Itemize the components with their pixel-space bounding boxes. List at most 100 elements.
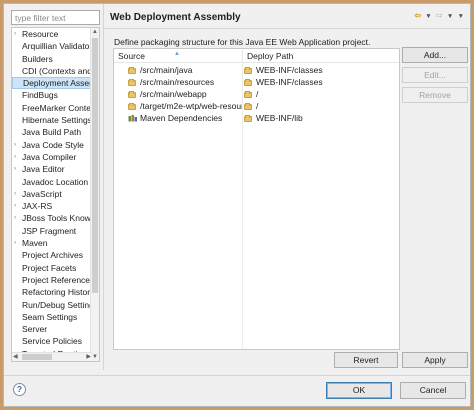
nav-item[interactable]: FreeMarker Context: [12, 102, 92, 114]
nav-horizontal-scrollbar[interactable]: ◀ ▶: [12, 352, 92, 361]
nav-item-label: Refactoring History: [22, 287, 92, 298]
deploy-path-cell: WEB-INF/classes: [256, 77, 323, 87]
apply-button[interactable]: Apply: [402, 352, 468, 368]
pane-divider[interactable]: [103, 4, 104, 370]
deploy-path-cell: WEB-INF/lib: [256, 113, 303, 123]
cancel-button[interactable]: Cancel: [400, 382, 466, 399]
nav-item[interactable]: Javadoc Location: [12, 176, 92, 188]
nav-item-label: Javadoc Location: [22, 176, 89, 187]
revert-button[interactable]: Revert: [334, 352, 398, 368]
nav-item[interactable]: Server: [12, 323, 92, 335]
nav-item-label: JSP Fragment: [22, 225, 77, 236]
scroll-right-icon[interactable]: ▶: [86, 353, 91, 361]
scroll-down-icon[interactable]: ▼: [92, 353, 98, 361]
nav-item[interactable]: Arquillian Validator: [12, 40, 92, 52]
scroll-left-icon[interactable]: ◀: [13, 353, 18, 361]
expand-chevron-icon[interactable]: ›: [14, 151, 16, 163]
nav-item[interactable]: › Java Code Style: [12, 139, 92, 151]
source-cell: /target/m2e-wtp/web-resources: [140, 101, 242, 111]
table-row[interactable]: Maven Dependencies WEB-INF/lib: [114, 112, 399, 124]
nav-item-label: JavaScript: [22, 188, 62, 199]
nav-item[interactable]: › Java Compiler: [12, 151, 92, 163]
nav-item-label: JBoss Tools Knowledge: [22, 213, 92, 224]
nav-item-label: Server: [22, 324, 48, 335]
nav-item[interactable]: JSP Fragment: [12, 225, 92, 237]
nav-item[interactable]: › JavaScript: [12, 188, 92, 200]
sort-indicator-icon: ▲: [174, 51, 180, 57]
forward-arrow-icon[interactable]: ⇨: [436, 10, 443, 22]
nav-item[interactable]: › JAX-RS: [12, 200, 92, 212]
nav-item-label: Project Facets: [22, 262, 77, 273]
nav-item-label: Resource: [22, 29, 59, 39]
nav-item[interactable]: FindBugs: [12, 89, 92, 101]
footer-separator: [4, 375, 470, 376]
table-row[interactable]: /target/m2e-wtp/web-resources /: [114, 100, 399, 112]
nav-item-label: Project References: [22, 274, 92, 285]
nav-item[interactable]: › Maven: [12, 237, 92, 249]
nav-item[interactable]: Builders: [12, 53, 92, 65]
back-arrow-icon[interactable]: ⇦: [414, 10, 421, 22]
nav-item[interactable]: Seam Settings: [12, 311, 92, 323]
scroll-thumb[interactable]: [92, 38, 98, 293]
nav-item[interactable]: Project Archives: [12, 249, 92, 261]
nav-item[interactable]: › Java Editor: [12, 163, 92, 175]
nav-item[interactable]: Project References: [12, 274, 92, 286]
ok-button[interactable]: OK: [326, 382, 392, 399]
filter-input[interactable]: type filter text: [11, 10, 100, 25]
title-separator: [104, 28, 470, 29]
column-header-deploy-path-label: Deploy Path: [247, 51, 294, 61]
nav-item-label: Java Build Path: [22, 127, 82, 138]
nav-item[interactable]: Deployment Assembly: [12, 77, 92, 90]
folder-icon: [244, 102, 252, 110]
nav-item-label: Maven: [22, 238, 48, 249]
nav-item[interactable]: Service Policies: [12, 335, 92, 347]
nav-item-label: Builders: [22, 53, 53, 64]
folder-icon: [128, 78, 136, 86]
view-menu-icon[interactable]: ▼: [458, 11, 464, 23]
nav-item[interactable]: CDI (Contexts and: [12, 65, 92, 77]
nav-item[interactable]: Hibernate Settings: [12, 114, 92, 126]
source-cell: /src/main/resources: [140, 77, 215, 87]
help-icon[interactable]: ?: [13, 383, 26, 396]
column-header-deploy-path[interactable]: Deploy Path: [242, 49, 400, 63]
column-header-source[interactable]: Source ▲: [114, 49, 242, 63]
expand-chevron-icon[interactable]: ›: [14, 237, 16, 249]
remove-button[interactable]: Remove: [402, 87, 468, 103]
nav-item[interactable]: Project Facets: [12, 262, 92, 274]
folder-icon: [244, 114, 252, 122]
expand-chevron-icon[interactable]: ›: [14, 212, 16, 224]
folder-icon: [244, 66, 252, 74]
back-dropdown-icon[interactable]: ▼: [425, 11, 431, 23]
deploy-path-cell: WEB-INF/classes: [256, 65, 323, 75]
forward-dropdown-icon[interactable]: ▼: [447, 11, 453, 23]
nav-item[interactable]: Java Build Path: [12, 126, 92, 138]
expand-chevron-icon[interactable]: ›: [14, 200, 16, 212]
expand-chevron-icon[interactable]: ›: [14, 163, 16, 175]
source-cell: Maven Dependencies: [140, 113, 223, 123]
folder-icon: [244, 90, 252, 98]
nav-item-label: Seam Settings: [22, 311, 78, 322]
nav-item-label: Java Code Style: [22, 139, 84, 150]
hscroll-thumb[interactable]: [22, 354, 52, 360]
nav-item[interactable]: › JBoss Tools Knowledge: [12, 212, 92, 224]
expand-chevron-icon[interactable]: ›: [14, 28, 16, 40]
scroll-up-icon[interactable]: ▲: [92, 28, 98, 36]
assembly-table: Source ▲ Deploy Path /src/main/java WEB-…: [113, 48, 400, 350]
table-row[interactable]: /src/main/java WEB-INF/classes: [114, 64, 399, 76]
property-nav-tree: › Resource Arquillian Validator Builders CDI…: [11, 27, 100, 362]
add-button[interactable]: Add...: [402, 47, 468, 63]
nav-vertical-scrollbar[interactable]: ▲ ▼: [90, 28, 99, 361]
expand-chevron-icon[interactable]: ›: [14, 188, 16, 200]
edit-button[interactable]: Edit...: [402, 67, 468, 83]
folder-icon: [128, 90, 136, 98]
nav-item[interactable]: › Resource: [12, 28, 92, 40]
history-nav: ⇦ ▼ ⇨ ▼ ▼: [412, 10, 464, 22]
table-row[interactable]: /src/main/resources WEB-INF/classes: [114, 76, 399, 88]
nav-item[interactable]: Run/Debug Settings: [12, 299, 92, 311]
table-row[interactable]: /src/main/webapp /: [114, 88, 399, 100]
expand-chevron-icon[interactable]: ›: [14, 139, 16, 151]
nav-item[interactable]: Refactoring History: [12, 286, 92, 298]
nav-list: › Resource Arquillian Validator Builders CDI…: [12, 28, 92, 360]
properties-dialog: type filter text › Resource Arquillian Val…: [3, 3, 471, 407]
folder-icon: [128, 66, 136, 74]
